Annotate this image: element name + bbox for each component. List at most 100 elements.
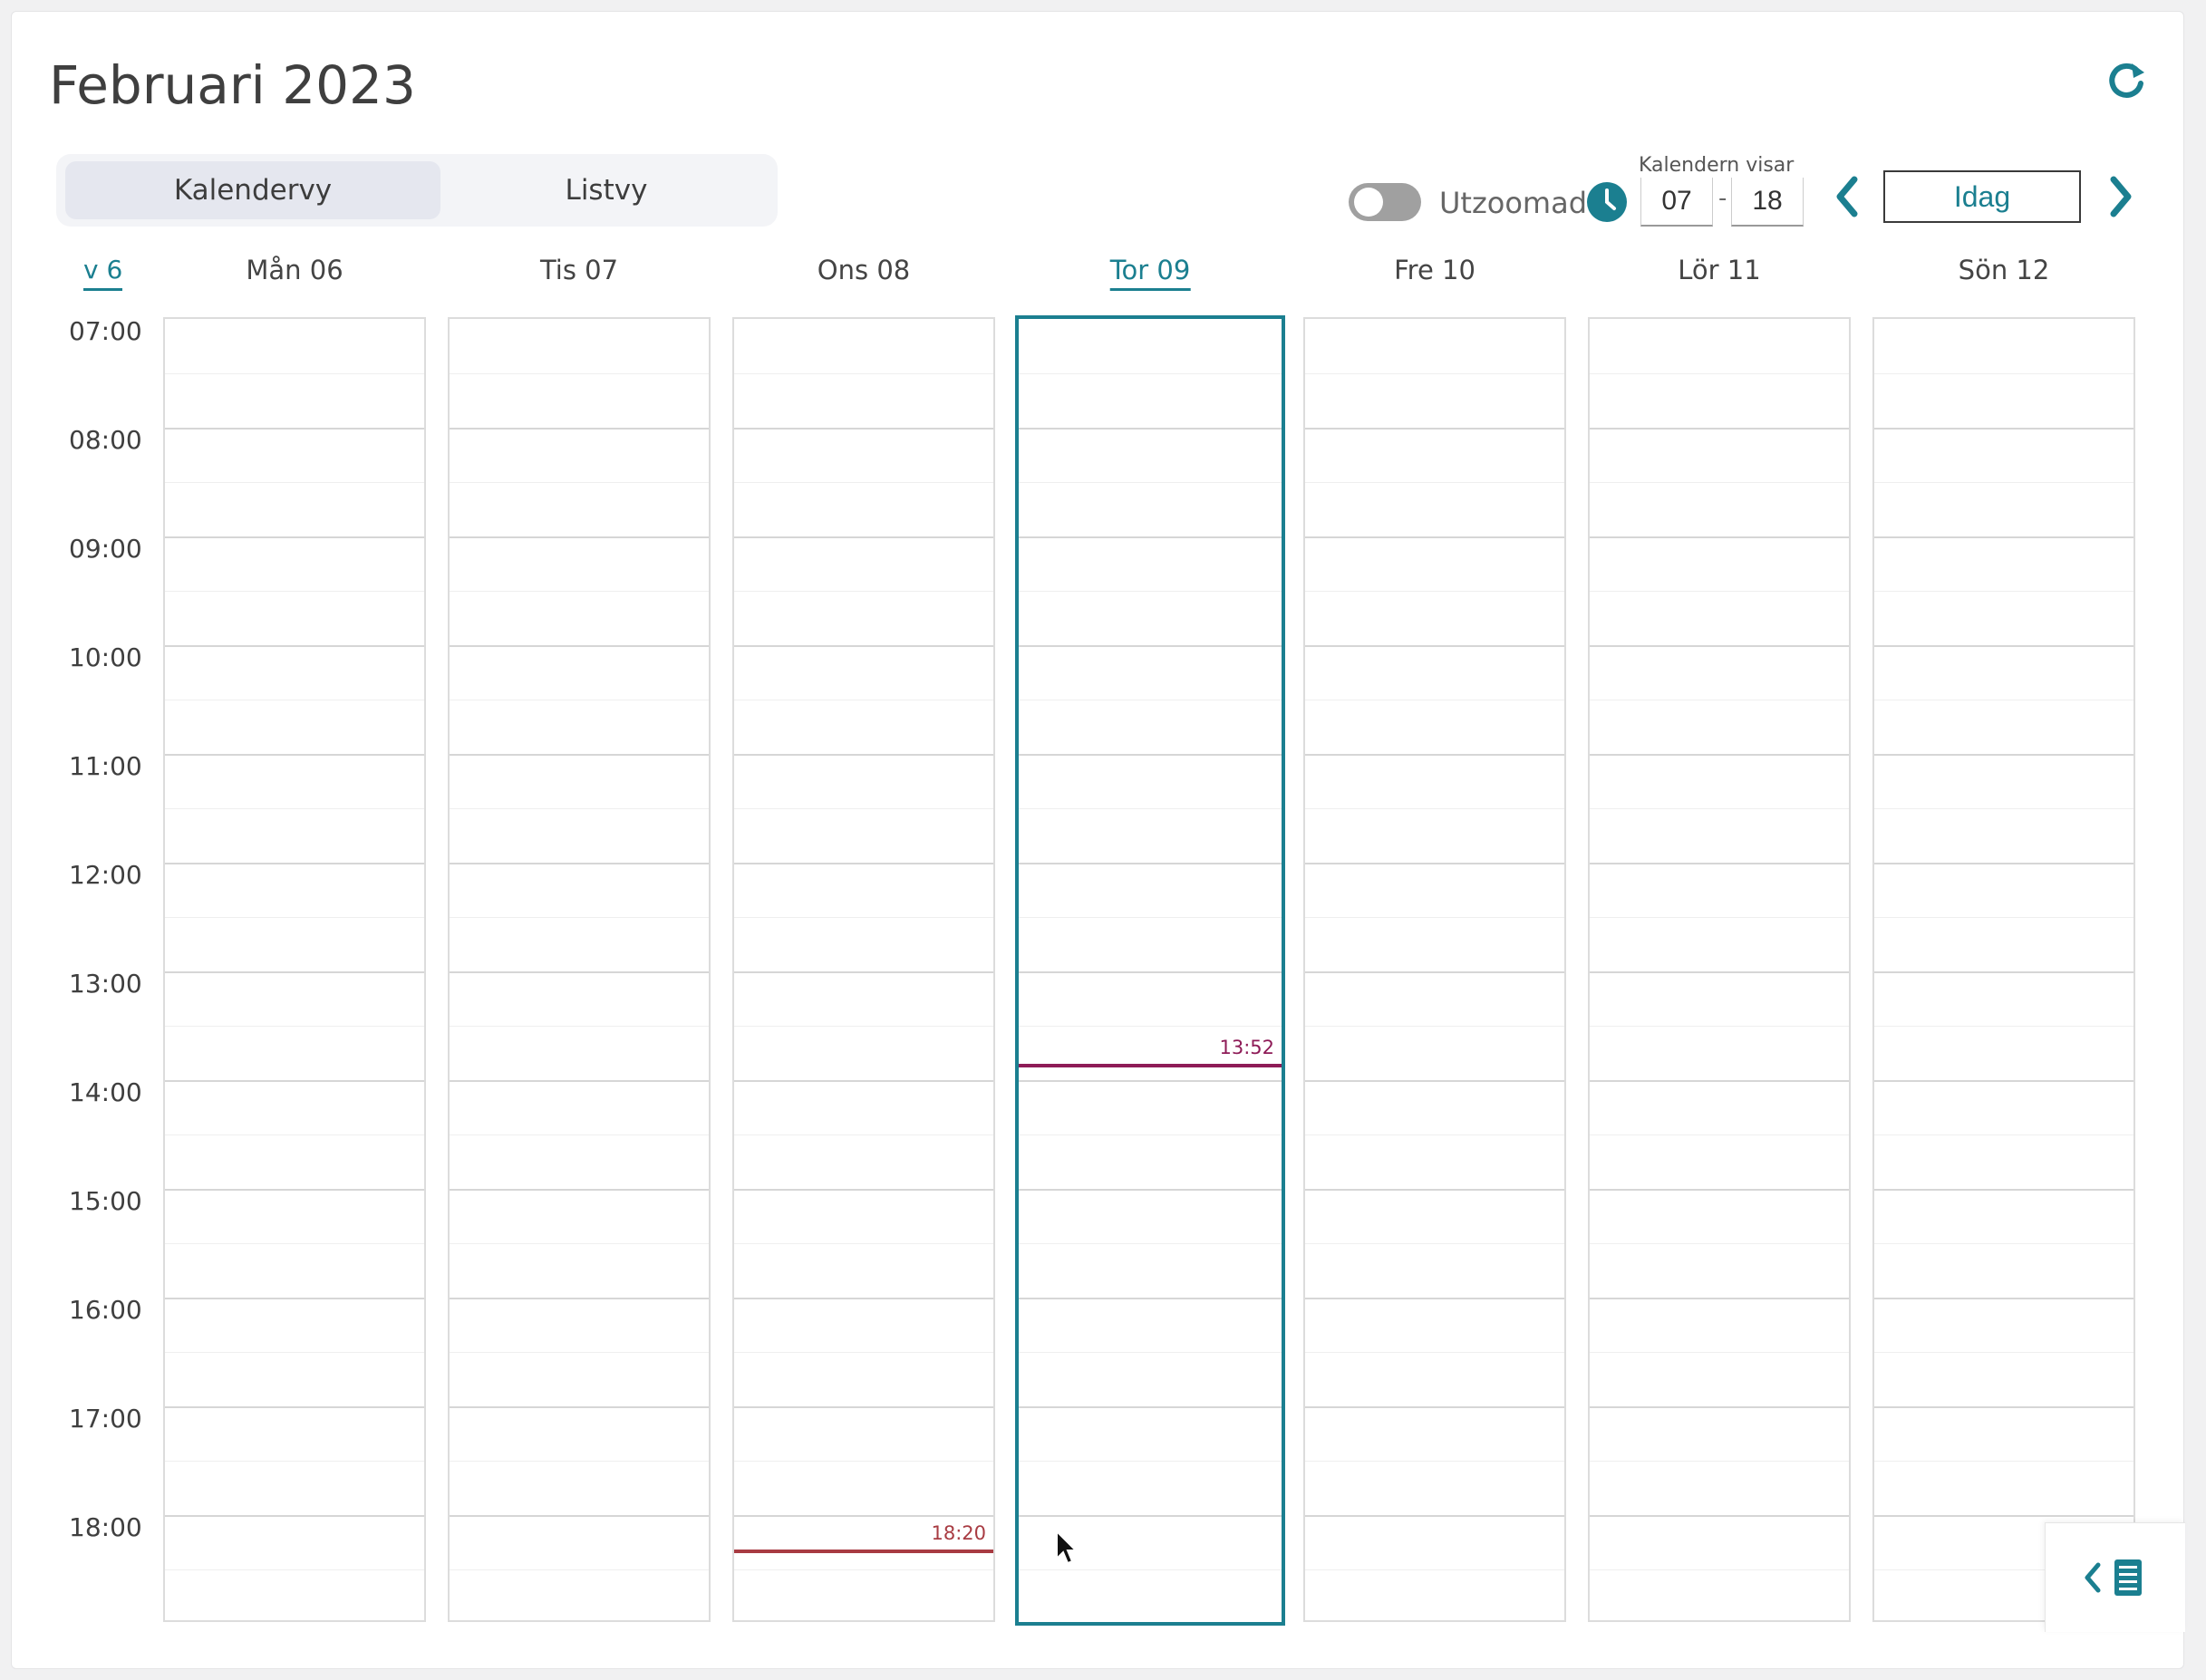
hour-line [734, 1080, 993, 1082]
half-hour-line [1590, 1026, 1849, 1027]
open-side-panel-button[interactable] [2045, 1522, 2185, 1632]
day-header-0[interactable]: Mån 06 [246, 252, 343, 288]
day-column-4[interactable] [1303, 317, 1566, 1622]
half-hour-line [734, 373, 993, 374]
half-hour-line [1590, 1243, 1849, 1244]
half-hour-line [165, 1026, 424, 1027]
chevron-right-icon[interactable] [2101, 170, 2141, 223]
view-switch: Kalendervy Listvy [56, 154, 778, 227]
hour-line [1874, 971, 2133, 973]
hour-line [734, 536, 993, 538]
half-hour-line [1019, 1569, 1282, 1570]
half-hour-line [1019, 373, 1282, 374]
half-hour-line [1874, 1134, 2133, 1135]
hour-line [450, 645, 709, 647]
hour-line [1305, 1080, 1564, 1082]
half-hour-line [165, 1569, 424, 1570]
list-view-tab[interactable]: Listvy [419, 161, 794, 219]
zoom-toggle[interactable] [1349, 183, 1421, 221]
time-label: 08:00 [69, 425, 142, 455]
time-marker-label: 13:52 [1219, 1037, 1274, 1058]
hour-line [1874, 1189, 2133, 1191]
half-hour-line [1305, 1461, 1564, 1462]
hour-line [1019, 754, 1282, 756]
half-hour-line [1305, 482, 1564, 483]
half-hour-line [1874, 1026, 2133, 1027]
half-hour-line [450, 373, 709, 374]
week-number-link[interactable]: v 6 [83, 252, 123, 291]
half-hour-line [450, 917, 709, 918]
hour-line [734, 1298, 993, 1299]
hour-line [1590, 863, 1849, 864]
half-hour-line [734, 808, 993, 809]
time-label: 11:00 [69, 751, 142, 781]
half-hour-line [1305, 1352, 1564, 1353]
half-hour-line [450, 1352, 709, 1353]
day-column-6[interactable] [1872, 317, 2135, 1622]
hour-line [165, 1298, 424, 1299]
half-hour-line [1305, 808, 1564, 809]
day-column-5[interactable] [1588, 317, 1851, 1622]
day-header-4[interactable]: Fre 10 [1394, 252, 1476, 288]
half-hour-line [1874, 917, 2133, 918]
half-hour-line [734, 591, 993, 592]
refresh-icon[interactable] [2103, 58, 2150, 105]
hour-line [734, 1406, 993, 1408]
day-header-2[interactable]: Ons 08 [818, 252, 910, 288]
hour-line [734, 1515, 993, 1517]
day-header-6[interactable]: Sön 12 [1959, 252, 2050, 288]
half-hour-line [450, 1461, 709, 1462]
hour-line [450, 754, 709, 756]
time-label: 17:00 [69, 1404, 142, 1434]
half-hour-line [165, 373, 424, 374]
half-hour-line [1590, 1352, 1849, 1353]
chevron-left-icon[interactable] [1827, 170, 1867, 223]
half-hour-line [450, 591, 709, 592]
half-hour-line [1305, 373, 1564, 374]
half-hour-line [1590, 917, 1849, 918]
hour-line [450, 1515, 709, 1517]
hour-line [1590, 1189, 1849, 1191]
day-column-3[interactable]: 13:52 [1015, 315, 1285, 1626]
day-column-0[interactable] [163, 317, 426, 1622]
calendar-view-tab[interactable]: Kalendervy [65, 161, 440, 219]
half-hour-line [1874, 1243, 2133, 1244]
day-column-1[interactable] [448, 317, 711, 1622]
half-hour-line [450, 482, 709, 483]
half-hour-line [1590, 591, 1849, 592]
hour-line [1305, 1298, 1564, 1299]
half-hour-line [1305, 917, 1564, 918]
hour-line [734, 863, 993, 864]
day-header-1[interactable]: Tis 07 [540, 252, 618, 288]
half-hour-line [1874, 1461, 2133, 1462]
half-hour-line [734, 1243, 993, 1244]
hour-line [165, 863, 424, 864]
range-end-input[interactable] [1731, 178, 1804, 227]
hour-line [450, 1298, 709, 1299]
hour-line [165, 645, 424, 647]
half-hour-line [1019, 1243, 1282, 1244]
hour-line [734, 645, 993, 647]
time-label: 09:00 [69, 534, 142, 564]
hour-line [1305, 754, 1564, 756]
hour-line [1874, 1515, 2133, 1517]
day-header-5[interactable]: Lör 11 [1678, 252, 1760, 288]
hour-line [1019, 428, 1282, 430]
day-column-2[interactable]: 18:20 [732, 317, 995, 1622]
hour-line [1874, 1080, 2133, 1082]
time-label: 13:00 [69, 969, 142, 999]
today-button[interactable]: Idag [1883, 170, 2081, 223]
hour-line [1590, 428, 1849, 430]
time-marker-label: 18:20 [931, 1522, 986, 1544]
hour-line [1019, 1080, 1282, 1082]
hour-line [1019, 863, 1282, 864]
list-panel-icon [2085, 1559, 2142, 1596]
time-label: 15:00 [69, 1186, 142, 1216]
half-hour-line [165, 1352, 424, 1353]
half-hour-line [165, 591, 424, 592]
hour-line [165, 1515, 424, 1517]
day-header-3[interactable]: Tor 09 [1109, 252, 1191, 291]
half-hour-line [165, 482, 424, 483]
range-start-input[interactable] [1640, 178, 1713, 227]
clock-icon [1587, 182, 1627, 222]
